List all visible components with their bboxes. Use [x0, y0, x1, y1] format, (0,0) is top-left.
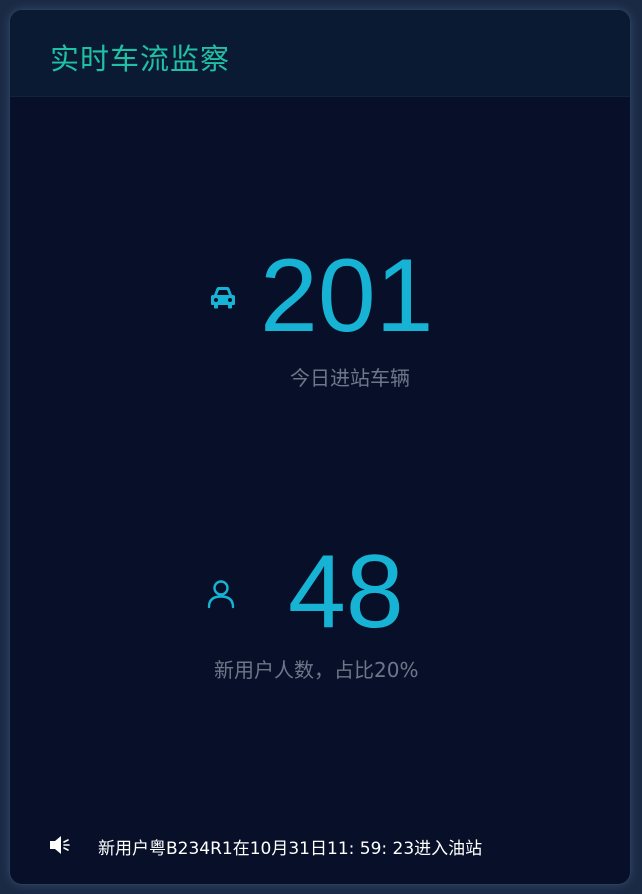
new-users-stat: 48 新用户人数，占比20% [10, 534, 630, 682]
new-users-value: 48 [288, 534, 404, 650]
ticker-message: 新用户粤B234R1在10月31日11: 59: 23进入油站 [98, 839, 483, 859]
vehicles-today-value: 201 [260, 238, 434, 354]
car-icon [206, 280, 240, 314]
ticker-bar: 新用户粤B234R1在10月31日11: 59: 23进入油站 [10, 800, 630, 884]
vehicles-today-label: 今日进站车辆 [290, 366, 410, 390]
speaker-icon [48, 834, 74, 856]
panel-header: 实时车流监察 [10, 10, 630, 97]
panel-title: 实时车流监察 [50, 42, 231, 76]
realtime-traffic-panel: 实时车流监察 201 今日进站车辆 48 新用户人数，占比20% 新用户粤B23… [10, 10, 630, 884]
new-users-label: 新用户人数，占比20% [214, 658, 419, 682]
user-icon [204, 576, 238, 610]
vehicles-today-stat: 201 今日进站车辆 [10, 238, 630, 390]
